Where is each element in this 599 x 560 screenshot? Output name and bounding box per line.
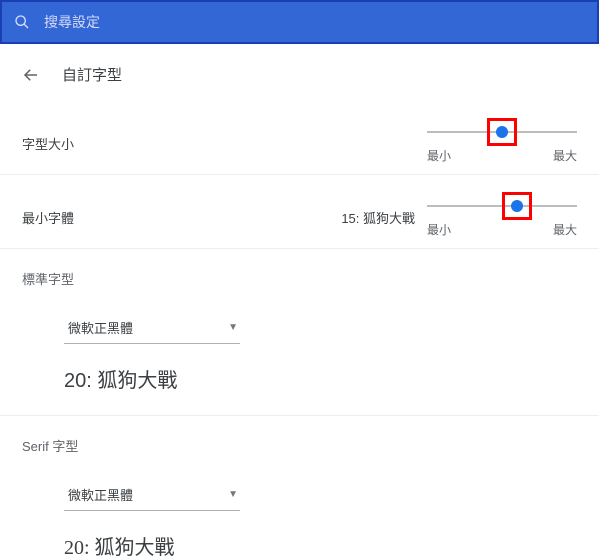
- dropdown-label: 微軟正黑體: [68, 485, 133, 504]
- min-font-row: 最小字體 15: 狐狗大戰 最小 最大: [0, 174, 599, 248]
- chevron-down-icon: ▼: [228, 322, 238, 333]
- slider-max-label: 最大: [553, 147, 577, 164]
- chevron-down-icon: ▼: [228, 489, 238, 500]
- search-bar[interactable]: 搜尋設定: [0, 0, 599, 44]
- slider-thumb[interactable]: [496, 126, 508, 138]
- font-size-slider[interactable]: 最小 最大: [427, 123, 577, 164]
- search-placeholder: 搜尋設定: [44, 12, 100, 32]
- slider-max-label: 最大: [553, 221, 577, 238]
- page-header: 自訂字型: [0, 44, 599, 101]
- standard-font-dropdown[interactable]: 微軟正黑體 ▼: [64, 314, 240, 344]
- font-size-label: 字型大小: [22, 134, 74, 153]
- font-size-row: 字型大小 最小 最大: [0, 101, 599, 174]
- back-arrow-icon[interactable]: [22, 66, 42, 84]
- page-title: 自訂字型: [62, 64, 122, 85]
- slider-min-label: 最小: [427, 147, 451, 164]
- standard-font-sample: 20: 狐狗大戰: [64, 364, 599, 393]
- serif-font-sample: 20: 狐狗大戰: [64, 531, 599, 560]
- dropdown-label: 微軟正黑體: [68, 318, 133, 337]
- serif-font-dropdown[interactable]: 微軟正黑體 ▼: [64, 481, 240, 511]
- search-icon: [14, 14, 30, 30]
- min-font-slider[interactable]: 最小 最大: [427, 197, 577, 238]
- min-font-label: 最小字體: [22, 208, 74, 227]
- min-font-value: 15: 狐狗大戰: [341, 208, 415, 227]
- standard-font-section: 標準字型: [0, 248, 599, 296]
- slider-min-label: 最小: [427, 221, 451, 238]
- slider-thumb[interactable]: [511, 200, 523, 212]
- serif-font-section: Serif 字型: [0, 415, 599, 463]
